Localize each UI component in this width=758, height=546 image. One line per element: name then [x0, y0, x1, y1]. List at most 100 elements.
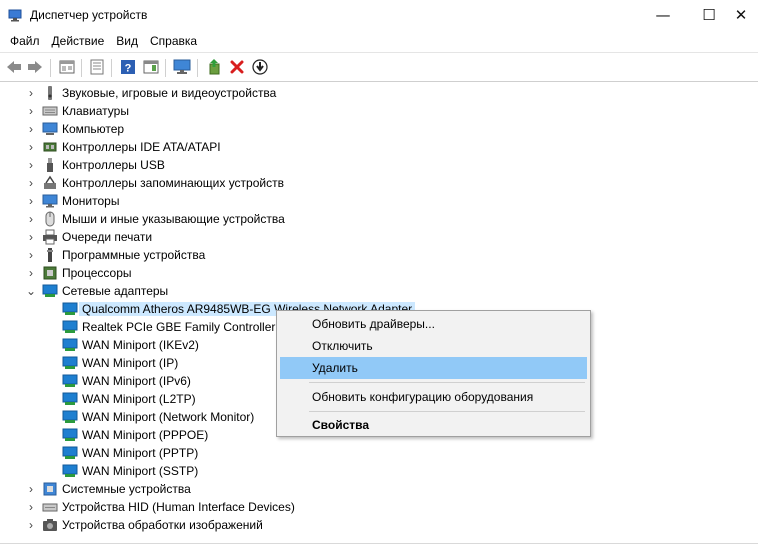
menu-separator	[309, 411, 585, 412]
chevron-right-icon[interactable]: ›	[24, 228, 38, 246]
menu-view[interactable]: Вид	[110, 30, 144, 52]
forward-arrow-icon[interactable]	[26, 58, 44, 76]
tree-item-label: WAN Miniport (IP)	[82, 356, 179, 370]
status-divider	[0, 543, 758, 544]
chevron-right-icon[interactable]: ›	[24, 264, 38, 282]
chevron-right-icon[interactable]: ›	[24, 516, 38, 534]
tree-item-label: Устройства HID (Human Interface Devices)	[62, 500, 295, 514]
tree-item-label: Очереди печати	[62, 230, 153, 244]
tree-item-wan-l2tp[interactable]: WAN Miniport (L2TP)	[62, 390, 196, 408]
tree-item-sound[interactable]: › Звуковые, игровые и видеоустройства	[24, 84, 276, 102]
properties-sheet-icon[interactable]	[58, 58, 76, 76]
tree-item-realtek-adapter[interactable]: Realtek PCIe GBE Family Controller	[62, 318, 275, 336]
toolbar-separator	[81, 59, 82, 77]
tree-item-label: WAN Miniport (L2TP)	[82, 392, 196, 406]
tree-item-wan-ikev2[interactable]: WAN Miniport (IKEv2)	[62, 336, 199, 354]
mouse-icon	[45, 211, 55, 227]
tree-item-system-devices[interactable]: › Системные устройства	[24, 480, 191, 498]
tree-item-label: Системные устройства	[62, 482, 191, 496]
tree-item-label: Контроллеры USB	[62, 158, 165, 172]
close-button[interactable]: ✕	[724, 0, 758, 30]
speaker-icon	[48, 86, 52, 100]
window-title: Диспетчер устройств	[30, 8, 148, 22]
tree-item-label: Контроллеры запоминающих устройств	[62, 176, 284, 190]
chevron-right-icon[interactable]: ›	[24, 84, 38, 102]
chevron-right-icon[interactable]: ›	[24, 174, 38, 192]
usb-icon	[47, 158, 53, 172]
context-menu: Обновить драйверы... Отключить Удалить О…	[276, 310, 591, 437]
tree-item-computer[interactable]: › Компьютер	[24, 120, 124, 138]
enable-device-icon[interactable]	[251, 58, 269, 76]
tree-item-label: Мыши и иные указывающие устройства	[62, 212, 285, 226]
chevron-right-icon[interactable]: ›	[24, 102, 38, 120]
title-bar: Диспетчер устройств — ☐ ✕	[0, 0, 758, 30]
tree-item-label: Звуковые, игровые и видеоустройства	[62, 86, 277, 100]
toolbar-separator	[111, 59, 112, 77]
chevron-right-icon[interactable]: ›	[24, 156, 38, 174]
tree-item-mice[interactable]: › Мыши и иные указывающие устройства	[24, 210, 285, 228]
tree-item-hid[interactable]: › Устройства HID (Human Interface Device…	[24, 498, 295, 516]
keyboard-icon	[42, 106, 58, 116]
help-icon[interactable]: ?	[119, 58, 137, 76]
chevron-right-icon[interactable]: ›	[24, 192, 38, 210]
network-adapter-icon	[62, 392, 78, 405]
tree-item-label: Сетевые адаптеры	[62, 284, 169, 298]
chevron-right-icon[interactable]: ›	[24, 210, 38, 228]
menu-help[interactable]: Справка	[144, 30, 203, 52]
chevron-right-icon[interactable]: ›	[24, 480, 38, 498]
tree-item-network-adapters[interactable]: ⌄ Сетевые адаптеры	[24, 282, 168, 300]
tree-item-usb[interactable]: › Контроллеры USB	[24, 156, 165, 174]
menu-file[interactable]: Файл	[4, 30, 46, 52]
tree-item-storage-controllers[interactable]: › Контроллеры запоминающих устройств	[24, 174, 284, 192]
software-device-icon	[47, 248, 53, 262]
tree-item-wan-pptp[interactable]: WAN Miniport (PPTP)	[62, 444, 198, 462]
chevron-right-icon[interactable]: ›	[24, 246, 38, 264]
network-adapter-icon	[62, 374, 78, 387]
update-driver-icon[interactable]	[205, 58, 223, 76]
storage-controller-icon	[44, 175, 56, 189]
network-adapter-icon	[62, 302, 78, 315]
chevron-right-icon[interactable]: ›	[24, 138, 38, 156]
toolbar: ?	[0, 52, 758, 82]
chevron-right-icon[interactable]: ›	[24, 120, 38, 138]
action-pane-icon[interactable]	[142, 58, 160, 76]
tree-item-wan-sstp[interactable]: WAN Miniport (SSTP)	[62, 462, 198, 480]
tree-item-keyboards[interactable]: › Клавиатуры	[24, 102, 129, 120]
tree-item-wan-ip[interactable]: WAN Miniport (IP)	[62, 354, 178, 372]
toolbar-separator	[165, 59, 166, 77]
monitor-scan-icon[interactable]	[173, 58, 191, 76]
ide-controller-icon	[43, 142, 57, 152]
menu-action[interactable]: Действие	[46, 30, 111, 52]
tree-item-monitors[interactable]: › Мониторы	[24, 192, 119, 210]
tree-item-wan-pppoe[interactable]: WAN Miniport (PPPOE)	[62, 426, 208, 444]
show-hidden-icon[interactable]	[88, 58, 106, 76]
tree-item-label: Контроллеры IDE ATA/ATAPI	[62, 140, 221, 154]
menu-item-update-drivers[interactable]: Обновить драйверы...	[280, 313, 587, 335]
tree-item-ide[interactable]: › Контроллеры IDE ATA/ATAPI	[24, 138, 221, 156]
chevron-down-icon[interactable]: ⌄	[24, 282, 38, 300]
back-arrow-icon[interactable]	[5, 58, 23, 76]
tree-item-label: WAN Miniport (PPPOE)	[82, 428, 209, 442]
delete-icon[interactable]	[228, 58, 246, 76]
menu-item-properties[interactable]: Свойства	[280, 414, 587, 436]
tree-item-software-devices[interactable]: › Программные устройства	[24, 246, 205, 264]
menu-item-disable[interactable]: Отключить	[280, 335, 587, 357]
tree-item-label: Программные устройства	[62, 248, 206, 262]
tree-item-label: WAN Miniport (Network Monitor)	[82, 410, 255, 424]
network-adapter-icon	[62, 410, 78, 423]
tree-item-wan-ipv6[interactable]: WAN Miniport (IPv6)	[62, 372, 191, 390]
monitor-icon	[42, 194, 58, 208]
tree-item-processors[interactable]: › Процессоры	[24, 264, 132, 282]
tree-item-print-queues[interactable]: › Очереди печати	[24, 228, 152, 246]
menu-item-uninstall[interactable]: Удалить	[280, 357, 587, 379]
minimize-button[interactable]: —	[640, 0, 686, 30]
tree-item-imaging-devices[interactable]: › Устройства обработки изображений	[24, 516, 263, 534]
tree-item-label: Клавиатуры	[62, 104, 129, 118]
toolbar-separator	[197, 59, 198, 77]
tree-item-wan-network-monitor[interactable]: WAN Miniport (Network Monitor)	[62, 408, 254, 426]
chevron-right-icon[interactable]: ›	[24, 498, 38, 516]
tree-item-label: WAN Miniport (IPv6)	[82, 374, 191, 388]
tree-item-label: Устройства обработки изображений	[62, 518, 263, 532]
tree-item-label: WAN Miniport (IKEv2)	[82, 338, 199, 352]
menu-item-scan-hardware[interactable]: Обновить конфигурацию оборудования	[280, 386, 587, 408]
